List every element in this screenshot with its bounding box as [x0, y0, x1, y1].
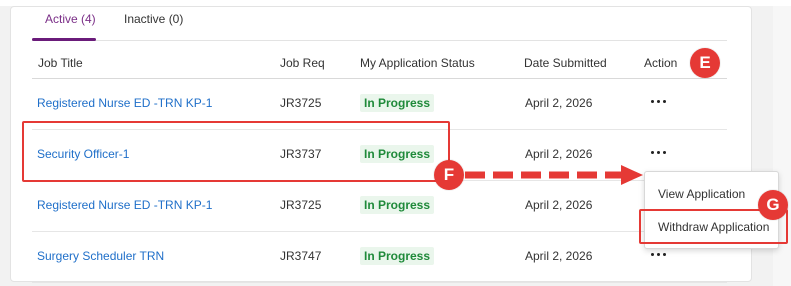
header-application-status: My Application Status	[360, 56, 475, 70]
more-actions-button[interactable]	[646, 140, 670, 164]
job-req: JR3725	[280, 198, 322, 212]
job-title-link[interactable]: Registered Nurse ED -TRN KP-1	[37, 198, 212, 212]
tab-active[interactable]: Active (4)	[45, 12, 96, 26]
date-submitted: April 2, 2026	[525, 96, 593, 110]
header-job-req: Job Req	[280, 56, 325, 70]
header-job-title: Job Title	[38, 56, 83, 70]
page: Active (4) Inactive (0) Job Title Job Re…	[0, 0, 791, 286]
job-req: JR3747	[280, 249, 322, 263]
status-badge: In Progress	[360, 94, 435, 112]
more-horizontal-icon	[650, 252, 666, 256]
annotation-badge-e: E	[690, 48, 720, 78]
table-row: Surgery Scheduler TRN JR3747 In Progress…	[32, 232, 727, 283]
status-badge: In Progress	[360, 247, 435, 265]
job-title-link[interactable]: Surgery Scheduler TRN	[37, 249, 164, 263]
annotation-arrow	[465, 165, 643, 185]
tab-active-underline	[32, 38, 96, 41]
date-submitted: April 2, 2026	[525, 147, 593, 161]
job-title-link[interactable]: Registered Nurse ED -TRN KP-1	[37, 96, 212, 110]
more-actions-button[interactable]	[646, 89, 670, 113]
annotation-badge-f: F	[434, 160, 464, 190]
job-req: JR3725	[280, 96, 322, 110]
header-action: Action	[644, 56, 678, 70]
tab-inactive[interactable]: Inactive (0)	[124, 12, 183, 26]
menu-item-view-application[interactable]: View Application	[658, 187, 745, 201]
date-submitted: April 2, 2026	[525, 198, 593, 212]
annotation-highlight-row	[22, 121, 450, 182]
annotation-badge-g: G	[758, 190, 788, 220]
tabs-divider	[32, 40, 727, 41]
table-row: Registered Nurse ED -TRN KP-1 JR3725 In …	[32, 181, 727, 232]
more-horizontal-icon	[650, 150, 666, 154]
header-date-submitted: Date Submitted	[524, 56, 607, 70]
date-submitted: April 2, 2026	[525, 249, 593, 263]
more-horizontal-icon	[650, 99, 666, 103]
status-badge: In Progress	[360, 196, 435, 214]
row-divider	[32, 282, 727, 283]
